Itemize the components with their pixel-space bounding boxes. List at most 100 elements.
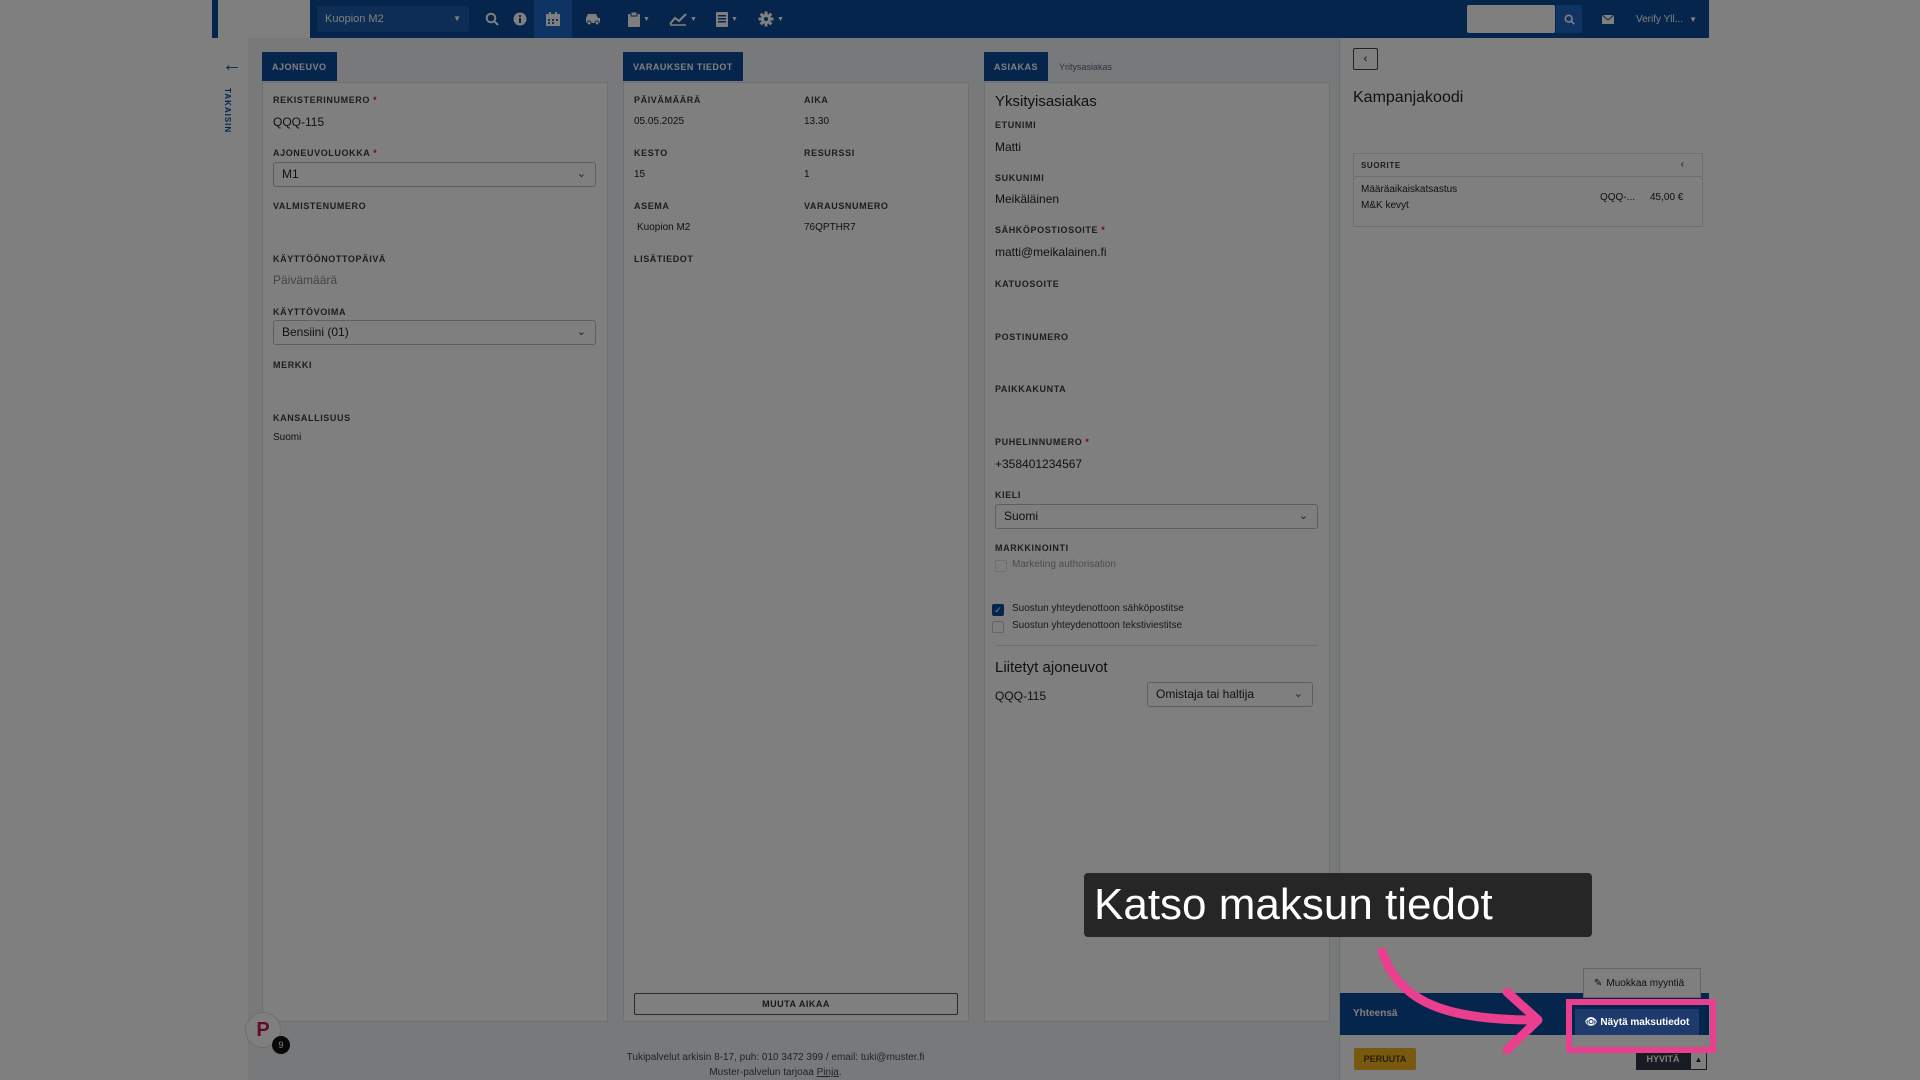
car-service-icon[interactable] <box>578 0 608 38</box>
consent-email-label: Suostun yhteydenottoon sähköpostitse <box>1012 603 1184 614</box>
suorite-box: SUORITE ‹ Määräaikaiskatsastus M&K kevyt… <box>1353 153 1703 227</box>
linked-vehicles-title: Liitetyt ajoneuvot <box>995 659 1108 676</box>
chevron-down-icon: ▼ <box>1689 14 1697 24</box>
reg-label: REKISTERINUMERO * <box>273 95 378 105</box>
back-label: TAKAISIN <box>223 88 232 134</box>
vehicle-class-value: M1 <box>282 167 299 181</box>
chart-icon[interactable]: ▼ <box>664 0 702 38</box>
user-name: Verify Yll... <box>1636 13 1684 25</box>
date-value: 05.05.2025 <box>634 116 685 127</box>
email-label: SÄHKÖPOSTIOSOITE * <box>995 225 1106 235</box>
street-label: KATUOSOITE <box>995 279 1060 289</box>
resource-value: 1 <box>804 169 810 180</box>
extra-info-label: LISÄTIEDOT <box>634 254 694 264</box>
tab-booking[interactable]: VARAUKSEN TIEDOT <box>623 52 743 81</box>
edit-sale-label: Muokkaa myyntiä <box>1606 977 1685 989</box>
time-value: 13.30 <box>804 116 830 127</box>
intro-date-input[interactable]: Päivämäärä <box>273 273 337 287</box>
booking-number-value: 76QPTHR7 <box>804 222 856 233</box>
chevron-down-icon: ⌄ <box>576 168 586 180</box>
campaign-title: Kampanjakoodi <box>1353 89 1464 106</box>
marketing-auth-label: Marketing authorisation <box>1012 559 1116 570</box>
calendar-icon[interactable] <box>534 0 572 38</box>
fuel-select[interactable]: Bensiini (01) ⌄ <box>273 320 596 345</box>
vehicle-class-select[interactable]: M1 ⌄ <box>273 162 596 187</box>
fuel-value: Bensiini (01) <box>282 325 349 339</box>
pencil-icon: ✎ <box>1594 977 1603 989</box>
language-label: KIELI <box>995 490 1022 500</box>
info-icon[interactable] <box>508 0 532 38</box>
phone-label: PUHELINNUMERO * <box>995 437 1090 447</box>
consent-email-checkbox[interactable]: ✓ <box>992 604 1004 616</box>
first-name-value: Matti <box>995 140 1022 154</box>
collapse-panel-button[interactable]: ‹ <box>1353 48 1378 70</box>
change-time-button[interactable]: MUUTA AIKAA <box>634 993 958 1015</box>
tab-vehicle[interactable]: AJONEUVO <box>262 52 337 81</box>
top-bar: Kuopion M2 ▼ ▼ ▼ ▼ ▼ Verify Yll... ▼ <box>212 0 1709 38</box>
phone-value: +358401234567 <box>995 457 1083 471</box>
suorite-label: SUORITE <box>1361 161 1401 170</box>
fuel-label: KÄYTTÖVOIMA <box>273 307 347 317</box>
back-arrow-icon[interactable]: ← <box>222 54 242 77</box>
back-rail[interactable]: ← TAKAISIN <box>212 38 248 1080</box>
language-value: Suomi <box>1004 509 1039 523</box>
customer-type-title: Yksityisasiakas <box>995 93 1097 110</box>
search-icon[interactable] <box>480 0 504 38</box>
time-label: AIKA <box>804 95 829 105</box>
chevron-down-icon: ▼ <box>453 14 461 23</box>
linked-vehicle-role-select[interactable]: Omistaja tai haltija ⌄ <box>1147 682 1313 707</box>
chevron-up-icon: ▲ <box>1694 1054 1703 1064</box>
duration-label: KESTO <box>634 148 668 158</box>
chevron-left-icon: ‹ <box>1680 159 1684 170</box>
city-label: PAIKKAKUNTA <box>995 384 1067 394</box>
email-value: matti@meikalainen.fi <box>995 245 1107 259</box>
suorite-item-price: 45,00 € <box>1650 192 1684 203</box>
nation-label: KANSALLISUUS <box>273 413 351 423</box>
vehicle-panel <box>262 82 608 1022</box>
chevron-down-icon: ⌄ <box>576 326 586 338</box>
language-select[interactable]: Suomi ⌄ <box>995 504 1318 529</box>
arrow-annotation-icon <box>1377 947 1543 1055</box>
tab-customer[interactable]: ASIAKAS <box>984 52 1049 81</box>
app-logo[interactable] <box>218 0 310 38</box>
divider <box>995 645 1318 646</box>
booking-number-label: VARAUSNUMERO <box>804 201 889 211</box>
marketing-auth-checkbox[interactable] <box>995 560 1007 572</box>
top-search-input[interactable] <box>1467 5 1555 33</box>
footer-provider: Muster-palvelun tarjoaa Pinja. <box>709 1067 842 1078</box>
resource-label: RESURSSI <box>804 148 855 158</box>
last-name-label: SUKUNIMI <box>995 173 1045 183</box>
consent-sms-checkbox[interactable] <box>992 621 1004 633</box>
mfg-label: VALMISTENUMERO <box>273 201 367 211</box>
station-label: ASEMA <box>634 201 670 211</box>
postal-label: POSTINUMERO <box>995 332 1069 342</box>
suorite-item-reg: QQQ-... <box>1600 192 1635 203</box>
edit-sale-menu-item[interactable]: ✎ Muokkaa myyntiä <box>1583 968 1701 998</box>
class-label: AJONEUVOLUOKKA * <box>273 148 378 158</box>
location-select[interactable]: Kuopion M2 ▼ <box>317 6 469 32</box>
duration-value: 15 <box>634 169 646 180</box>
date-label: PÄIVÄMÄÄRÄ <box>634 95 702 105</box>
reg-value: QQQ-115 <box>273 115 325 129</box>
linked-vehicle-reg: QQQ-115 <box>995 689 1047 703</box>
user-menu[interactable]: Verify Yll... ▼ <box>1636 0 1697 38</box>
tab-company-customer[interactable]: Yritysasiakas <box>1049 52 1122 81</box>
footer-support: Tukipalvelut arkisin 8-17, puh: 010 3472… <box>626 1052 925 1063</box>
chevron-down-icon: ⌄ <box>1298 510 1308 522</box>
top-search-button[interactable] <box>1556 5 1582 33</box>
gear-icon[interactable]: ▼ <box>752 0 790 38</box>
linked-vehicle-role-value: Omistaja tai haltija <box>1156 687 1255 701</box>
mail-icon[interactable] <box>1602 0 1614 38</box>
suorite-header[interactable]: SUORITE ‹ <box>1354 154 1702 177</box>
clipboard-icon[interactable]: ▼ <box>622 0 656 38</box>
tutorial-callout: Katso maksun tiedot <box>1084 873 1592 937</box>
suorite-item-sub: M&K kevyt <box>1361 200 1409 211</box>
provider-link[interactable]: Pinja <box>817 1067 839 1078</box>
suorite-item-name: Määräaikaiskatsastus <box>1361 184 1458 195</box>
nation-value: Suomi <box>273 432 302 443</box>
location-select-value: Kuopion M2 <box>325 13 384 25</box>
last-name-value: Meikäläinen <box>995 192 1060 206</box>
document-icon[interactable]: ▼ <box>710 0 744 38</box>
marketing-label: MARKKINOINTI <box>995 543 1069 553</box>
station-value: Kuopion M2 <box>637 222 691 233</box>
